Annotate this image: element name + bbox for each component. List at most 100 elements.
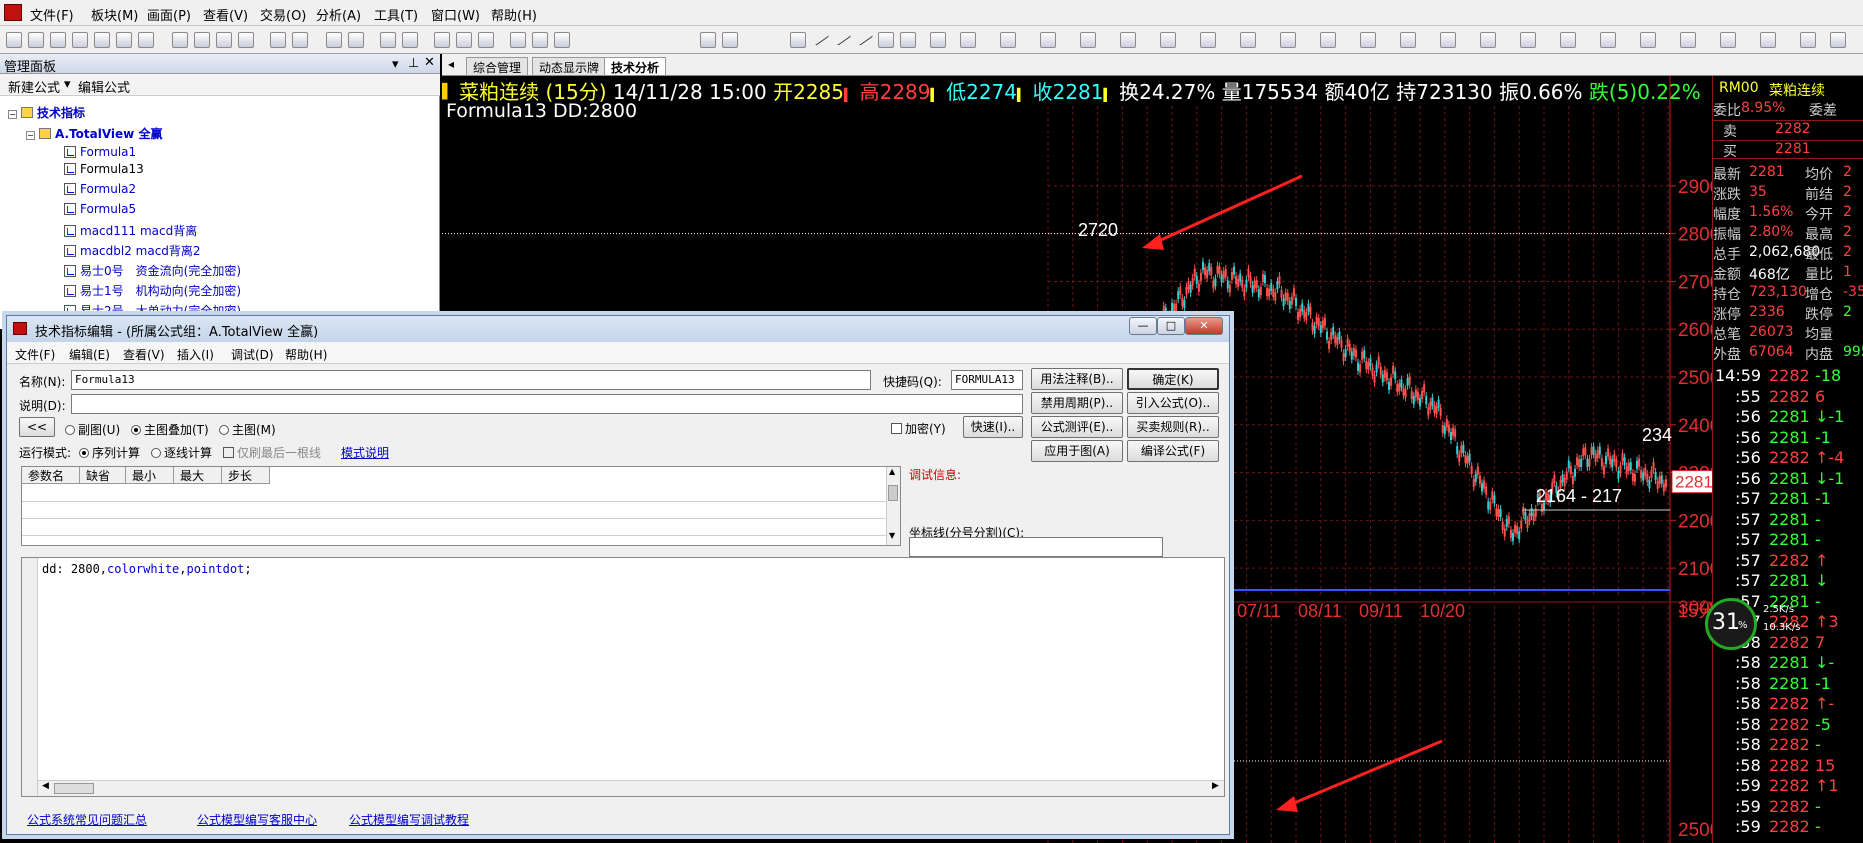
- tab-scroll-left-icon[interactable]: ◂: [448, 57, 454, 71]
- mode-help-link[interactable]: 模式说明: [341, 444, 389, 461]
- collapse-button[interactable]: <<: [19, 417, 55, 437]
- code-editor[interactable]: dd: 2800,colorwhite,pointdot; ◀ ▶: [21, 557, 1225, 797]
- trade-rules-button[interactable]: 买卖规则(R)..: [1127, 416, 1219, 438]
- close-icon[interactable]: [532, 32, 548, 48]
- market-icon[interactable]: [116, 32, 132, 48]
- panel-close-icon[interactable]: ✕: [424, 55, 435, 70]
- filter-icon[interactable]: [292, 32, 308, 48]
- draw-wave-icon[interactable]: [960, 32, 976, 48]
- zoom-out-icon[interactable]: [722, 32, 738, 48]
- paste-icon[interactable]: [456, 32, 472, 48]
- draw-segment-icon[interactable]: [854, 29, 874, 46]
- sort-icon[interactable]: [270, 32, 286, 48]
- tree-item[interactable]: 易士1号 机构动向(完全加密): [64, 282, 241, 299]
- scroll-left-icon[interactable]: ◀: [42, 781, 49, 791]
- find-icon[interactable]: [478, 32, 494, 48]
- refresh-icon[interactable]: [94, 32, 110, 48]
- draw-hide-icon[interactable]: [1440, 32, 1456, 48]
- table-icon[interactable]: [172, 32, 188, 48]
- draw-ray-icon[interactable]: [832, 29, 852, 46]
- tool-float-icon[interactable]: [1830, 32, 1846, 48]
- scroll-down-icon[interactable]: ▼: [889, 531, 895, 540]
- tool-globe-icon[interactable]: [1760, 32, 1776, 48]
- panel-dropdown-icon[interactable]: ▾: [392, 57, 399, 72]
- tool-extra-icon[interactable]: [1720, 32, 1736, 48]
- draw-text-icon[interactable]: [1040, 32, 1056, 48]
- shortcut-input[interactable]: FORMULA13: [951, 370, 1023, 390]
- dlg-menu-view[interactable]: 查看(V): [123, 346, 165, 363]
- dlg-menu-insert[interactable]: 插入(I): [177, 346, 214, 363]
- radio-main[interactable]: 主图(M): [219, 421, 276, 438]
- list-icon[interactable]: [194, 32, 210, 48]
- zoom-in-icon[interactable]: [700, 32, 716, 48]
- menu-trade[interactable]: 交易(O): [260, 5, 306, 24]
- copy-icon[interactable]: [434, 32, 450, 48]
- name-input[interactable]: Formula13: [71, 370, 871, 390]
- tree-group[interactable]: − A.TotalView 全赢: [26, 125, 162, 142]
- draw-cycle-icon[interactable]: [1240, 32, 1256, 48]
- draw-ellipse-icon[interactable]: [1160, 32, 1176, 48]
- draw-color-icon[interactable]: [1520, 32, 1536, 48]
- kline-icon[interactable]: [326, 32, 342, 48]
- scroll-up-icon[interactable]: ▲: [889, 467, 895, 476]
- radio-tick[interactable]: 逐线计算: [151, 444, 212, 461]
- description-input[interactable]: [71, 394, 1023, 414]
- tree-item[interactable]: Formula5: [64, 202, 136, 216]
- menu-help[interactable]: 帮助(H): [491, 5, 537, 24]
- usage-notes-button[interactable]: 用法注释(B)..: [1031, 368, 1123, 390]
- ok-button[interactable]: 确定(K): [1127, 368, 1219, 390]
- menu-file[interactable]: 文件(F): [30, 5, 74, 24]
- draw-period-icon[interactable]: [1280, 32, 1296, 48]
- tab-general[interactable]: 综合管理: [466, 57, 529, 75]
- link-faq[interactable]: 公式系统常见问题汇总: [27, 811, 147, 828]
- edit-formula-button[interactable]: 编辑公式: [78, 77, 130, 96]
- draw-lock-icon[interactable]: [1400, 32, 1416, 48]
- dlg-menu-edit[interactable]: 编辑(E): [69, 346, 110, 363]
- radio-main-overlay[interactable]: 主图叠加(T): [131, 421, 209, 438]
- dlg-menu-file[interactable]: 文件(F): [15, 346, 55, 363]
- code-text[interactable]: dd: 2800,colorwhite,pointdot;: [42, 562, 252, 576]
- coord-line-input[interactable]: [909, 537, 1163, 557]
- encrypt-checkbox[interactable]: 加密(Y): [891, 420, 946, 437]
- tree-item-selected[interactable]: Formula13: [64, 162, 144, 176]
- document-icon[interactable]: [510, 32, 526, 48]
- window-icon[interactable]: [380, 32, 396, 48]
- tree-root[interactable]: − 技术指标: [8, 104, 85, 121]
- menu-screen[interactable]: 画面(P): [147, 5, 191, 24]
- compile-formula-button[interactable]: 编译公式(F): [1127, 440, 1219, 462]
- panel-pin-icon[interactable]: ⊥: [408, 56, 419, 71]
- draw-delete-icon[interactable]: [1360, 32, 1376, 48]
- code-hscrollbar-thumb[interactable]: [54, 783, 94, 794]
- draw-fib-icon[interactable]: [1000, 32, 1016, 48]
- draw-horizontal-icon[interactable]: [878, 32, 894, 48]
- draw-misc-icon[interactable]: [1560, 32, 1576, 48]
- draw-gann-icon[interactable]: [1200, 32, 1216, 48]
- tool-window-icon[interactable]: [1680, 32, 1696, 48]
- chart-icon[interactable]: [138, 32, 154, 48]
- param-scrollbar-thumb[interactable]: [888, 485, 898, 501]
- menu-view[interactable]: 查看(V): [203, 5, 248, 24]
- tool-help-icon[interactable]: [1640, 32, 1656, 48]
- apply-to-chart-button[interactable]: 应用于图(A): [1031, 440, 1123, 462]
- param-table[interactable]: 参数名 缺省 最小 最大 步长 ▲ ▼: [21, 466, 901, 546]
- new-icon[interactable]: [6, 32, 22, 48]
- dlg-menu-help[interactable]: 帮助(H): [285, 346, 327, 363]
- tree-collapse-icon[interactable]: −: [26, 131, 35, 140]
- tree-item[interactable]: 易士0号 资金流向(完全加密): [64, 262, 241, 279]
- tool-gear-icon[interactable]: [1600, 32, 1616, 48]
- link-support[interactable]: 公式模型编写客服中心: [197, 811, 317, 828]
- indicator-icon[interactable]: [348, 32, 364, 48]
- grid-icon[interactable]: [216, 32, 232, 48]
- open-icon[interactable]: [28, 32, 44, 48]
- split-icon[interactable]: [402, 32, 418, 48]
- tab-technical-analysis[interactable]: 技术分析: [604, 57, 667, 75]
- draw-line-icon[interactable]: [810, 29, 830, 46]
- new-formula-dropdown-icon[interactable]: ▾: [64, 77, 71, 92]
- tree-collapse-icon[interactable]: −: [8, 110, 17, 119]
- radio-subchart[interactable]: 副图(U): [65, 421, 120, 438]
- tree-item[interactable]: Formula2: [64, 182, 136, 196]
- pencil-icon[interactable]: [790, 32, 806, 48]
- radio-sequence[interactable]: 序列计算: [79, 444, 140, 461]
- menu-tools[interactable]: 工具(T): [374, 5, 418, 24]
- draw-arrow-icon[interactable]: [1120, 32, 1136, 48]
